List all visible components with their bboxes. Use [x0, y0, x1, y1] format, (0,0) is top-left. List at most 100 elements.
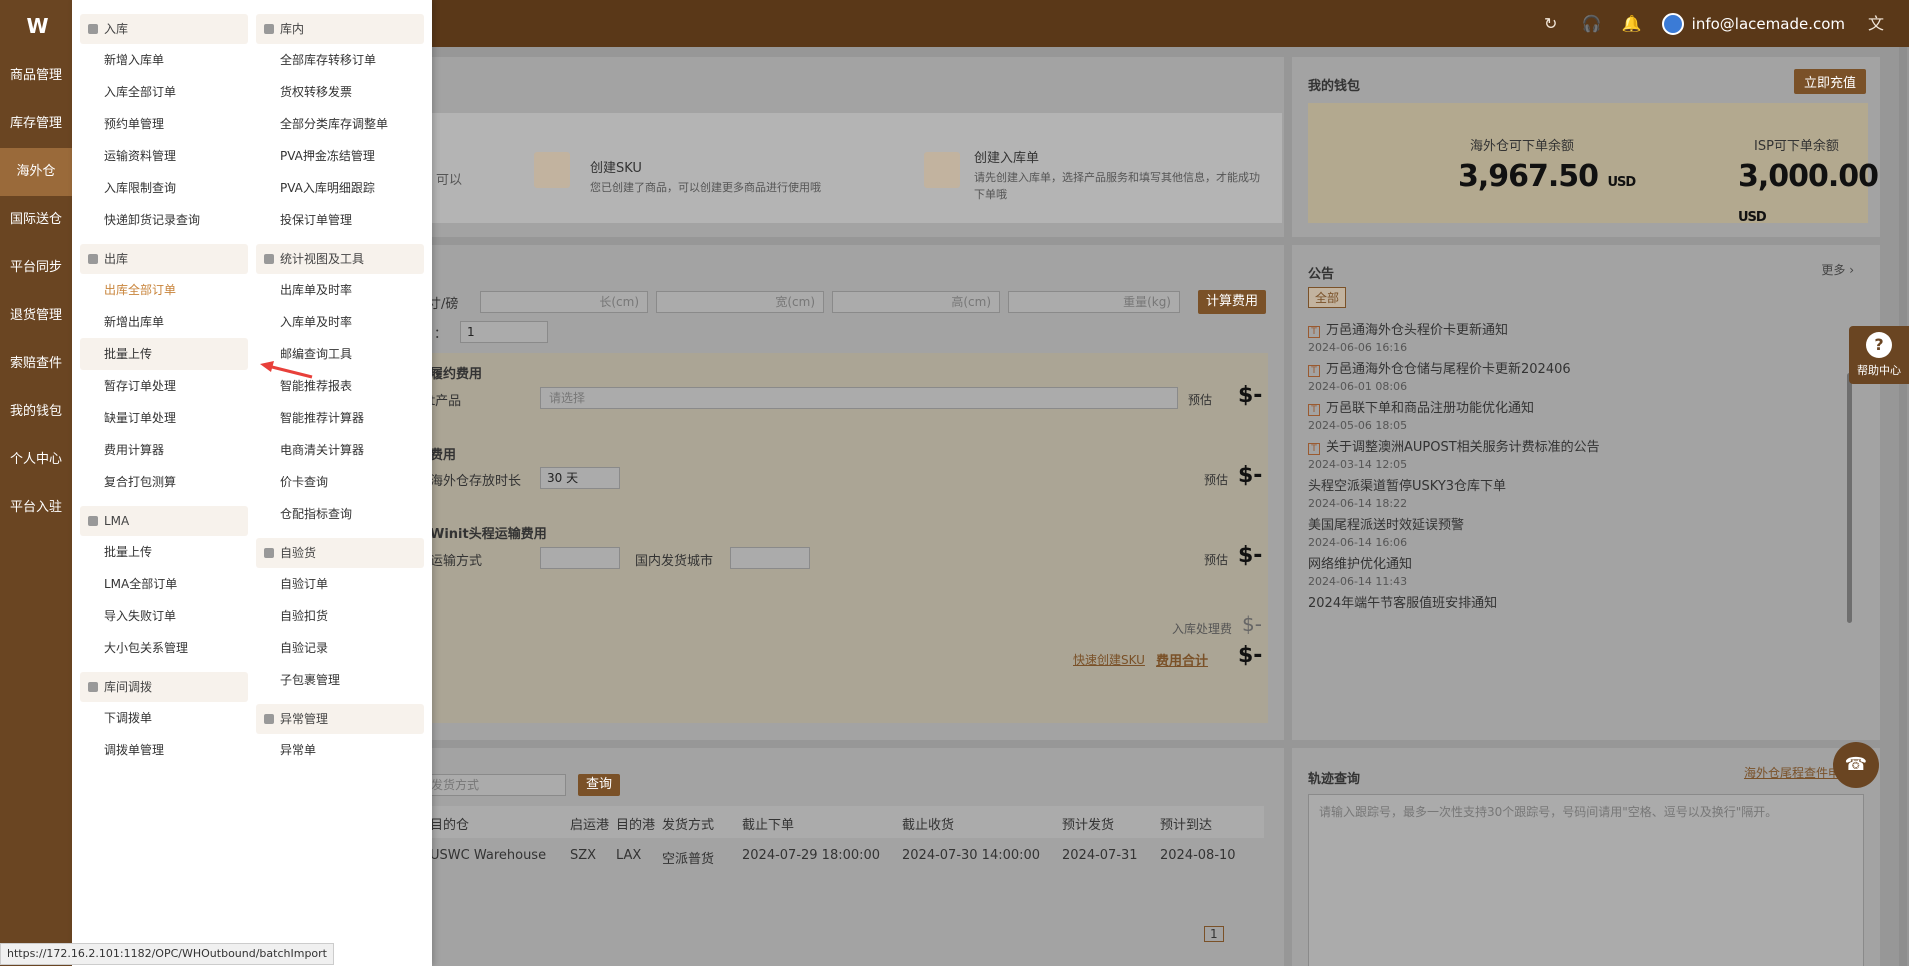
column-header[interactable]: 预计到达 [1160, 814, 1250, 833]
more-link[interactable]: 更多 › [1821, 261, 1854, 278]
rail-item[interactable]: 平台入驻 [0, 484, 72, 532]
notice-title-line[interactable]: 2024年端午节客服值班安排通知 [1308, 592, 1848, 611]
menu-item[interactable]: 智能推荐计算器 [256, 402, 424, 434]
column-header[interactable]: 预计发货 [1062, 814, 1160, 833]
column-header[interactable]: 截止下单 [742, 814, 902, 833]
menu-item[interactable]: 下调拨单 [80, 702, 248, 734]
menu-item[interactable]: 价卡查询 [256, 466, 424, 498]
notice-item[interactable]: 美国尾程派送时效延误预警 2024-06-14 16:06 [1308, 514, 1848, 549]
length-input[interactable]: 长(cm) [480, 291, 648, 313]
width-input[interactable]: 宽(cm) [656, 291, 824, 313]
menu-item[interactable]: 异常单 [256, 734, 424, 766]
column-header[interactable]: 目的港 [616, 814, 662, 833]
rail-item[interactable]: 个人中心 [0, 436, 72, 484]
shipping-mode-select[interactable]: 发货方式 [428, 774, 566, 796]
tracking-input[interactable]: 请输入跟踪号，最多一次性支持30个跟踪号，号码间请用"空格、逗号以及换行"隔开。 [1308, 794, 1864, 966]
recharge-button[interactable]: 立即充值 [1793, 69, 1866, 94]
menu-item[interactable]: 货权转移发票 [256, 76, 424, 108]
notice-item[interactable]: 网络维护优化通知 2024-06-14 11:43 [1308, 553, 1848, 588]
menu-item[interactable]: PVA押金冻结管理 [256, 140, 424, 172]
menu-item[interactable]: 新增入库单 [80, 44, 248, 76]
notice-item-title[interactable]: 万邑通海外仓头程价卡更新通知 [1326, 323, 1508, 338]
menu-item[interactable]: 入库单及时率 [256, 306, 424, 338]
refresh-icon[interactable]: ↻ [1542, 14, 1560, 33]
menu-item[interactable]: 快递卸货记录查询 [80, 204, 248, 236]
menu-item[interactable]: 出库单及时率 [256, 274, 424, 306]
menu-item[interactable]: 批量上传 [80, 338, 248, 370]
page-scrollbar[interactable] [1899, 47, 1907, 966]
notice-item-title[interactable]: 美国尾程派送时效延误预警 [1308, 518, 1464, 533]
menu-item[interactable]: 出库全部订单 [80, 274, 248, 306]
notice-title-line[interactable]: T 万邑通海外仓仓储与尾程价卡更新202406 [1308, 358, 1848, 377]
user-menu[interactable]: info@lacemade.com [1661, 12, 1845, 35]
column-header[interactable]: 目的仓 [430, 814, 570, 833]
menu-item[interactable]: 导入失败订单 [80, 600, 248, 632]
menu-item[interactable]: 复合打包测算 [80, 466, 248, 498]
notice-item-title[interactable]: 万邑联下单和商品注册功能优化通知 [1326, 401, 1534, 416]
menu-item[interactable]: 入库限制查询 [80, 172, 248, 204]
rail-item[interactable]: 我的钱包 [0, 388, 72, 436]
storage-duration-select[interactable]: 30 天 [540, 467, 620, 489]
menu-item[interactable]: 投保订单管理 [256, 204, 424, 236]
total-fee-label[interactable]: 费用合计 [1156, 650, 1208, 669]
help-center-button[interactable]: ? 帮助中心 [1849, 326, 1909, 384]
menu-item[interactable]: 费用计算器 [80, 434, 248, 466]
city-select[interactable] [730, 547, 810, 569]
menu-item[interactable]: 新增出库单 [80, 306, 248, 338]
notice-item[interactable]: T 万邑通海外仓头程价卡更新通知 2024-06-06 16:16 [1308, 319, 1848, 354]
notice-item[interactable]: T 万邑联下单和商品注册功能优化通知 2024-05-06 18:05 [1308, 397, 1848, 432]
menu-item[interactable]: 批量上传 [80, 536, 248, 568]
weight-input[interactable]: 重量(kg) [1008, 291, 1180, 313]
product-select[interactable]: 请选择 [540, 387, 1178, 409]
notice-title-line[interactable]: T 关于调整澳洲AUPOST相关服务计费标准的公告 [1308, 436, 1848, 455]
notice-scrollbar[interactable] [1847, 373, 1852, 623]
notice-item[interactable]: T 万邑通海外仓仓储与尾程价卡更新202406 2024-06-01 08:06 [1308, 358, 1848, 393]
bell-icon[interactable]: 🔔 [1622, 14, 1642, 33]
menu-item[interactable]: 调拨单管理 [80, 734, 248, 766]
menu-item[interactable]: 电商清关计算器 [256, 434, 424, 466]
rail-item[interactable]: 海外仓 [0, 148, 72, 196]
rail-item[interactable]: 国际送仓 [0, 196, 72, 244]
notice-title-line[interactable]: T 万邑通海外仓头程价卡更新通知 [1308, 319, 1848, 338]
table-row[interactable]: USWC Warehouse SZX LAX 空派普货 2024-07-29 18:00… [430, 848, 1264, 867]
menu-item[interactable]: 全部分类库存调整单 [256, 108, 424, 140]
menu-item[interactable]: 暂存订单处理 [80, 370, 248, 402]
menu-item[interactable]: 大小包关系管理 [80, 632, 248, 664]
notice-item[interactable]: 头程空派渠道暂停USKY3仓库下单 2024-06-14 18:22 [1308, 475, 1848, 510]
notice-item-title[interactable]: 头程空派渠道暂停USKY3仓库下单 [1308, 479, 1506, 494]
menu-item[interactable]: 子包裹管理 [256, 664, 424, 696]
notice-item[interactable]: T 关于调整澳洲AUPOST相关服务计费标准的公告 2024-03-14 12:05 [1308, 436, 1848, 471]
qty-input[interactable]: 1 [460, 321, 548, 343]
notice-title-line[interactable]: 网络维护优化通知 [1308, 553, 1848, 572]
notice-title-line[interactable]: T 万邑联下单和商品注册功能优化通知 [1308, 397, 1848, 416]
menu-item[interactable]: PVA入库明细跟踪 [256, 172, 424, 204]
column-header[interactable]: 启运港 [570, 814, 616, 833]
notice-title-line[interactable]: 头程空派渠道暂停USKY3仓库下单 [1308, 475, 1848, 494]
menu-item[interactable]: 运输资料管理 [80, 140, 248, 172]
notice-item-title[interactable]: 关于调整澳洲AUPOST相关服务计费标准的公告 [1326, 440, 1600, 455]
menu-item[interactable]: 自验记录 [256, 632, 424, 664]
rail-item[interactable]: 库存管理 [0, 100, 72, 148]
page-number[interactable]: 1 [1204, 926, 1224, 942]
notice-item-title[interactable]: 万邑通海外仓仓储与尾程价卡更新202406 [1326, 362, 1571, 377]
query-button[interactable]: 查询 [578, 774, 621, 796]
rail-item[interactable]: 商品管理 [0, 52, 72, 100]
rail-item[interactable]: 退货管理 [0, 292, 72, 340]
notice-item-title[interactable]: 网络维护优化通知 [1308, 557, 1412, 572]
rail-item[interactable]: 索赔查件 [0, 340, 72, 388]
menu-item[interactable]: 全部库存转移订单 [256, 44, 424, 76]
rail-item[interactable]: 平台同步 [0, 244, 72, 292]
customer-service-icon[interactable]: ☎ [1833, 742, 1879, 788]
notice-item-title[interactable]: 2024年端午节客服值班安排通知 [1308, 596, 1497, 611]
transport-select[interactable] [540, 547, 620, 569]
notice-title-line[interactable]: 美国尾程派送时效延误预警 [1308, 514, 1848, 533]
calculate-button[interactable]: 计算费用 [1198, 290, 1267, 314]
menu-item[interactable]: 自验订单 [256, 568, 424, 600]
translate-icon[interactable]: 文 [1867, 14, 1885, 33]
menu-item[interactable]: 入库全部订单 [80, 76, 248, 108]
height-input[interactable]: 高(cm) [832, 291, 1000, 313]
menu-item[interactable]: 预约单管理 [80, 108, 248, 140]
menu-item[interactable]: 仓配指标查询 [256, 498, 424, 530]
headset-icon[interactable]: 🎧 [1582, 14, 1602, 33]
menu-item[interactable]: 缺量订单处理 [80, 402, 248, 434]
